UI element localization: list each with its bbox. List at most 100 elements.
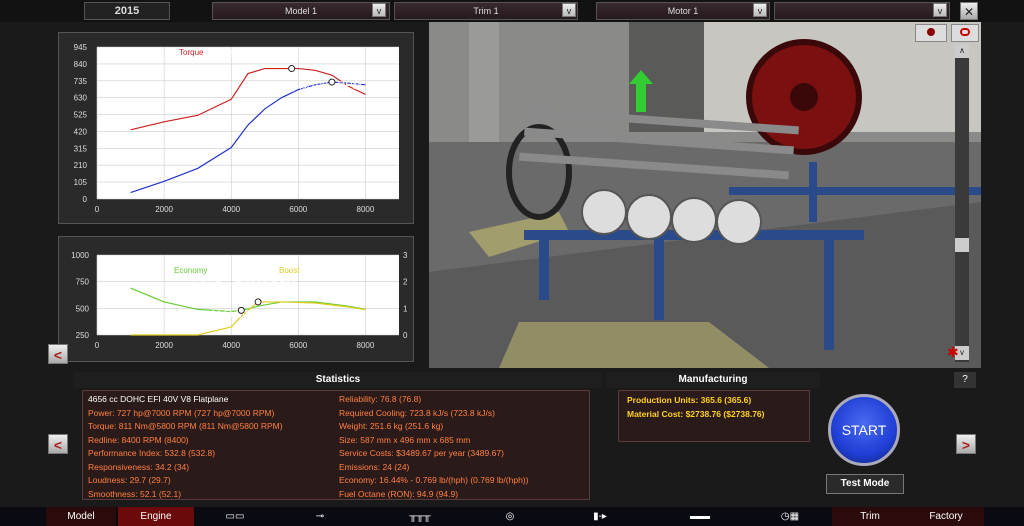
peak-economy-marker — [237, 306, 245, 314]
stat-left-item: Redline: 8400 RPM (8400) — [88, 434, 189, 445]
stat-right-item: Size: 587 mm x 496 mm x 685 mm — [339, 434, 471, 445]
x-tick-label: 0 — [95, 341, 100, 350]
x-tick-label: 4000 — [222, 205, 240, 214]
stat-left-item: Power: 727 hp@7000 RPM (727 hp@7000 RPM) — [88, 407, 275, 418]
peak-power-marker — [328, 78, 336, 86]
top-bar: 2015 Model 1 v Trim 1 v Motor 1 v v ✕ — [0, 0, 1024, 22]
tab-turbo-icon[interactable]: ◎ — [480, 507, 540, 526]
y-left-tick-label: 500 — [76, 304, 90, 313]
peak-boost-label: 1.24 Bar@4800 RPM — [191, 280, 296, 292]
tab-engine[interactable]: Engine — [118, 507, 194, 526]
scroll-thumb[interactable] — [955, 238, 969, 252]
help-button[interactable]: ? — [954, 372, 976, 388]
peak-torque-marker — [288, 65, 296, 73]
stat-right-item: Reliability: 76.8 (76.8) — [339, 394, 422, 404]
y-tick-label: 105 — [74, 178, 88, 187]
y-right-tick-label: 3 — [403, 251, 408, 260]
variant-dropdown-icon[interactable]: v — [933, 3, 947, 17]
year-field[interactable]: 2015 — [84, 2, 170, 20]
mfg-item: Material Cost: $2738.76 ($2738.76) — [627, 409, 765, 419]
start-button[interactable]: START — [828, 394, 900, 466]
stat-right-item: Economy: 16.44% - 0.769 lb/(hph) (0.769 … — [339, 475, 529, 485]
tab-fuel-icon[interactable]: ▮-▸ — [560, 507, 640, 526]
torque-power-chart: 945 840 735 630 525 420 315 210 105 00 2000 4000 600… — [74, 43, 399, 214]
y-right-tick-label: 1 — [403, 304, 408, 313]
test-mode-button[interactable]: Test Mode — [826, 474, 904, 494]
nav-prev-button[interactable]: < — [48, 434, 68, 454]
y-tick-label: 630 — [74, 94, 88, 103]
tab-crank-icon[interactable]: ⊸ — [280, 507, 360, 526]
x-tick-label: 0 — [95, 205, 100, 214]
view-button[interactable] — [951, 24, 979, 42]
y-tick-label: 735 — [74, 77, 88, 86]
stat-left-item: Loudness: 29.7 (29.7) — [88, 475, 171, 485]
tab-test-icon[interactable]: ◷▦ — [760, 507, 820, 526]
legend-economy: Economy — [174, 266, 207, 275]
stat-left-item: Performance Index: 532.8 (532.8) — [88, 448, 216, 458]
y-tick-label: 315 — [74, 144, 88, 153]
model-select[interactable]: Model 1 — [212, 2, 390, 20]
stat-left-item: Torque: 811 Nm@5800 RPM (811 Nm@5800 RPM… — [88, 421, 283, 431]
tab-model[interactable]: Model — [46, 507, 116, 526]
tab-block-icon[interactable]: ▭▭ — [200, 507, 270, 526]
stat-left-item: 4656 cc DOHC EFI 40V V8 Flatplane — [88, 394, 229, 404]
manufacturing-panel: Production Units: 365.6 (365.6) Material … — [618, 390, 810, 442]
y-left-tick-label: 250 — [76, 331, 90, 340]
eye-icon — [960, 28, 970, 36]
x-tick-label: 6000 — [289, 205, 307, 214]
trim-dropdown-icon[interactable]: v — [562, 3, 576, 17]
zoom-scrollbar[interactable]: ∧ v — [955, 44, 969, 362]
y-tick-label: 945 — [74, 43, 88, 52]
y-tick-label: 840 — [74, 60, 88, 69]
trim-select[interactable]: Trim 1 — [394, 2, 578, 20]
y-tick-label: 420 — [74, 127, 88, 136]
tab-exhaust-icon[interactable]: ▬▬ — [660, 507, 740, 526]
economy-boost-panel: 1000 750 500 250 3 2 1 0 0 2000 4000 6000 8000 Econom… — [58, 236, 414, 362]
camera-button[interactable] — [915, 24, 947, 42]
plot-area — [97, 47, 399, 199]
peak-economy-label: 0.481lb/(hph)@4300 RPM — [157, 309, 285, 321]
y-tick-label: 0 — [83, 195, 88, 204]
peak-boost-marker — [254, 298, 262, 306]
tab-trim[interactable]: Trim — [832, 507, 908, 526]
stat-left-item: Responsiveness: 34.2 (34) — [88, 461, 190, 472]
engine-scene — [429, 22, 981, 368]
peak-power-label: 727 hp@7000 RPM — [265, 80, 362, 92]
y-right-tick-label: 0 — [403, 331, 408, 340]
statistics-panel: 4656 cc DOHC EFI 40V V8 Flatplane Power: … — [82, 390, 590, 500]
legend-boost: Boost — [279, 266, 300, 275]
stat-right-item: Emissions: 24 (24) — [339, 461, 410, 472]
motor-dropdown-icon[interactable]: v — [753, 3, 767, 17]
nav-next-button[interactable]: > — [956, 434, 976, 454]
scroll-up-icon[interactable]: ∧ — [955, 44, 969, 58]
y-tick-label: 525 — [74, 111, 88, 120]
plot-area — [97, 255, 399, 335]
y-left-tick-label: 1000 — [71, 251, 89, 260]
mfg-item: Production Units: 365.6 (365.6) — [627, 395, 752, 405]
y-left-tick-label: 750 — [76, 278, 90, 287]
torque-power-panel: 945 840 735 630 525 420 315 210 105 0 0 2000 4000 600… — [58, 32, 414, 224]
reset-view-icon[interactable]: ✱ — [947, 344, 959, 361]
stat-right-item: Service Costs: $3489.67 per year (3489.6… — [339, 448, 504, 458]
legend-torque: Torque — [179, 48, 204, 57]
variant-select[interactable] — [774, 2, 950, 20]
y-right-tick-label: 2 — [403, 278, 408, 287]
tab-valvetrain-icon[interactable]: ╥╥╥ — [380, 507, 460, 526]
y-tick-label: 210 — [74, 161, 88, 170]
tab-factory[interactable]: Factory — [908, 507, 984, 526]
chart-prev-button[interactable]: < — [48, 344, 68, 364]
stat-right-item: Weight: 251.6 kg (251.6 kg) — [339, 421, 444, 431]
close-button[interactable]: ✕ — [960, 2, 978, 20]
engine-3d-view[interactable]: ∧ v ✱ — [429, 22, 981, 368]
x-tick-label: 2000 — [155, 341, 173, 350]
stat-right-item: Required Cooling: 723.8 kJ/s (723.8 kJ/s… — [339, 407, 495, 418]
x-tick-label: 4000 — [222, 341, 240, 350]
x-tick-label: 8000 — [357, 205, 375, 214]
model-dropdown-icon[interactable]: v — [372, 3, 386, 17]
manufacturing-header: Manufacturing — [606, 372, 820, 388]
motor-select[interactable]: Motor 1 — [596, 2, 770, 20]
statistics-header: Statistics — [74, 372, 602, 388]
peak-torque-label: 811 Nm@5800 RPM — [227, 48, 328, 60]
x-tick-label: 8000 — [357, 341, 375, 350]
record-icon — [927, 28, 935, 36]
